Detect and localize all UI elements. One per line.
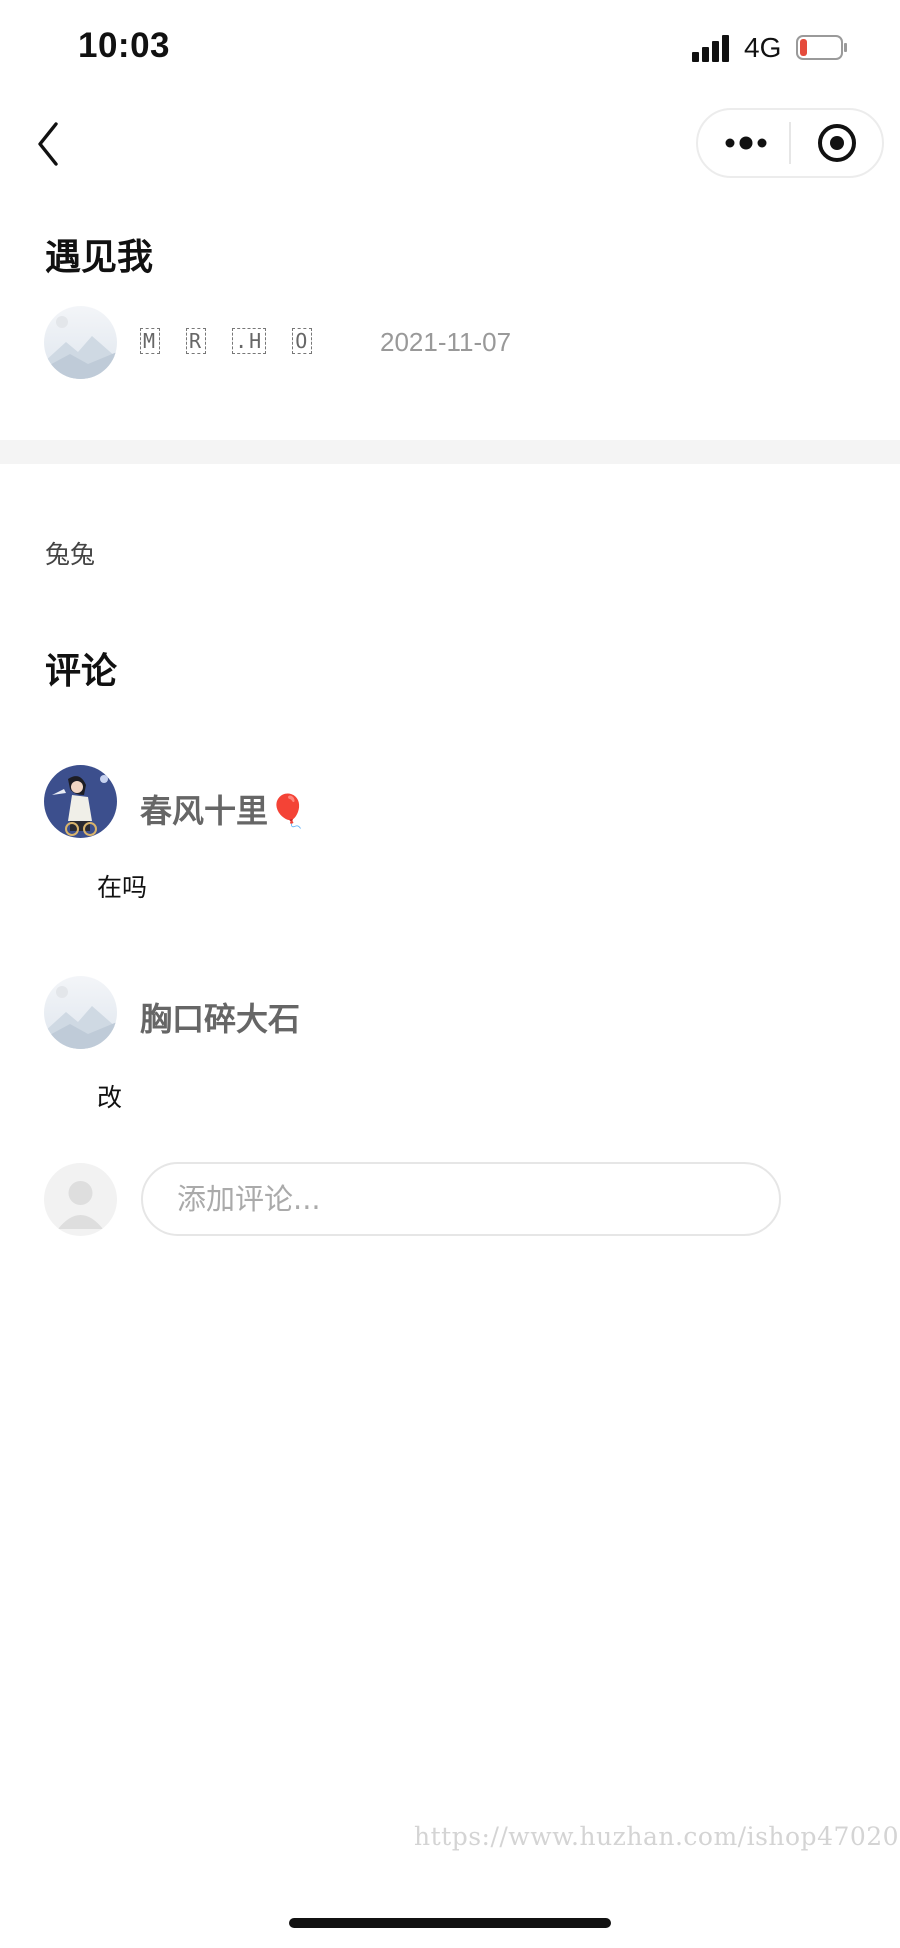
status-time: 10:03 [78, 26, 171, 65]
author-name-char: M [140, 328, 161, 354]
commenter-avatar[interactable] [44, 765, 117, 838]
comments-heading: 评论 [45, 651, 118, 692]
watermark-url: https://www.huzhan.com/ishop47020 [414, 1822, 900, 1851]
signal-strength-icon [692, 34, 734, 62]
battery-icon [796, 35, 848, 60]
post-body: 兔兔 [45, 540, 96, 569]
current-user-avatar [44, 1163, 117, 1236]
author-name: M R .H O [140, 326, 338, 354]
capsule-divider [789, 122, 791, 164]
author-name-char: R [186, 328, 207, 354]
commenter-name: 春风十里🎈 [140, 792, 308, 830]
comment-text: 改 [97, 1083, 123, 1112]
post-title: 遇见我 [45, 237, 154, 278]
add-comment-input[interactable] [141, 1162, 781, 1236]
illustrated-girl-avatar-icon [44, 765, 117, 838]
close-mini-program-button[interactable] [816, 122, 858, 164]
target-close-icon [818, 124, 856, 162]
home-indicator[interactable] [289, 1918, 611, 1928]
placeholder-landscape-icon [44, 976, 117, 1049]
chevron-left-icon [38, 122, 58, 166]
network-type: 4G [744, 32, 782, 63]
commenter-name: 胸口碎大石 [140, 1000, 301, 1038]
placeholder-landscape-icon [44, 306, 117, 379]
post-date: 2021-11-07 [380, 327, 512, 357]
back-button[interactable] [30, 116, 70, 172]
author-name-char: O [292, 328, 313, 354]
more-dots-icon [725, 136, 767, 150]
author-name-char: .H [232, 328, 267, 354]
author-avatar[interactable] [44, 306, 117, 379]
comment-text: 在吗 [97, 873, 148, 902]
default-user-icon [44, 1163, 117, 1236]
more-button[interactable] [722, 128, 772, 158]
commenter-avatar[interactable] [44, 976, 117, 1049]
section-divider [0, 440, 900, 464]
